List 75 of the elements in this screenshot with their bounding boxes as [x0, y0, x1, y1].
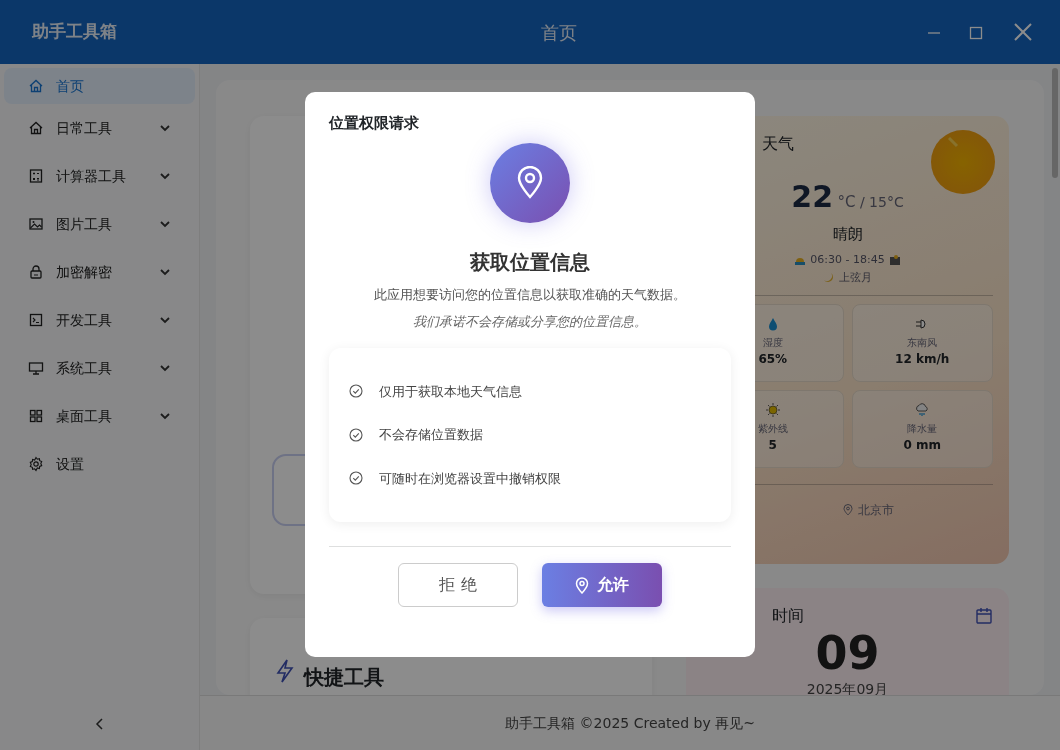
sidebar-item[interactable]: 设置: [4, 440, 195, 488]
dialog-title: 位置权限请求: [329, 113, 420, 134]
card-title: 天气: [761, 133, 795, 155]
info-point: 不会存储位置数据: [379, 426, 483, 444]
sun-icon: [931, 130, 995, 194]
sidebar-item[interactable]: 图片工具: [4, 200, 195, 248]
chevron-down-icon: [159, 410, 171, 422]
minimize-icon: [928, 31, 940, 34]
chevron-down-icon: [159, 362, 171, 374]
chevron-down-icon: [159, 314, 171, 326]
moon-phase: 上弦月: [839, 270, 872, 286]
sun-icon: [765, 403, 780, 417]
weather-condition: 晴朗: [831, 224, 864, 245]
settings-icon: [28, 456, 44, 472]
sunset-icon: [888, 253, 901, 266]
sun-times: 06:30 - 18:45: [810, 251, 885, 268]
home-icon: [28, 120, 44, 136]
home-icon: [28, 78, 44, 94]
sidebar-item[interactable]: 日常工具: [4, 104, 195, 152]
check-circle-icon: [349, 471, 363, 486]
month-label: 2025年09月: [805, 679, 890, 695]
location-name: 北京市: [857, 501, 894, 519]
low-temperature: / 15°C: [859, 194, 904, 210]
allow-button[interactable]: 允许: [542, 563, 662, 607]
stat-label: 东南风: [907, 336, 938, 350]
grid-icon: [28, 408, 44, 424]
location-pin-icon: [575, 576, 589, 594]
day-number: 09: [814, 628, 881, 679]
chevron-down-icon: [159, 266, 171, 278]
moon-icon: [823, 272, 835, 285]
dialog-description: 此应用想要访问您的位置信息以获取准确的天气数据。: [373, 285, 687, 304]
terminal-icon: [28, 312, 44, 328]
dialog-heading: 获取位置信息: [469, 248, 591, 276]
lock-icon: [28, 264, 44, 280]
stat-value: 12 km/h: [895, 351, 950, 368]
chevron-down-icon: [159, 122, 171, 134]
deny-button[interactable]: 拒 绝: [398, 563, 518, 607]
scrollbar-thumb[interactable]: [1052, 68, 1058, 178]
temperature-unit: °C: [837, 193, 856, 211]
card-title: 时间: [772, 605, 804, 627]
sidebar-item[interactable]: 开发工具: [4, 296, 195, 344]
page-title: 首页: [541, 21, 577, 43]
sidebar-item[interactable]: 加密解密: [4, 248, 195, 296]
info-point: 仅用于获取本地天气信息: [379, 382, 522, 401]
monitor-icon: [28, 360, 44, 376]
rain-cloud-icon: [915, 403, 930, 417]
check-circle-icon: [349, 427, 363, 442]
close-icon: [1012, 21, 1034, 43]
sidebar-item[interactable]: 计算器工具: [4, 152, 195, 200]
stat-label: 紫外线: [757, 422, 788, 436]
stat-label: 降水量: [907, 422, 938, 436]
location-pin-icon: [841, 503, 854, 516]
lightning-icon: [274, 658, 296, 684]
stat-label: 湿度: [762, 336, 783, 350]
check-circle-icon: [349, 384, 363, 399]
calendar-icon: [975, 607, 993, 625]
stat-value: 0 mm: [903, 437, 941, 454]
footer-text: 助手工具箱 ©2025 Created by 再见~: [505, 713, 755, 733]
image-icon: [28, 216, 44, 232]
info-point: 可随时在浏览器设置中撤销权限: [379, 469, 561, 488]
section-title: 快捷工具: [304, 664, 384, 691]
chevron-down-icon: [159, 218, 171, 230]
stat-value: 65%: [758, 351, 788, 368]
sidebar-item[interactable]: 首页: [4, 68, 195, 104]
sidebar-item[interactable]: 桌面工具: [4, 392, 195, 440]
sidebar-item[interactable]: 系统工具: [4, 344, 195, 392]
privacy-note: 我们承诺不会存储或分享您的位置信息。: [412, 313, 648, 331]
chevron-down-icon: [159, 170, 171, 182]
stat-value: 5: [768, 437, 777, 454]
calculator-icon: [28, 168, 44, 184]
collapse-chevron-icon[interactable]: [93, 717, 106, 731]
location-pin-icon: [516, 165, 544, 200]
app-title: 助手工具箱: [31, 20, 118, 44]
maximize-icon: [968, 24, 984, 41]
temperature: 22: [791, 179, 834, 214]
